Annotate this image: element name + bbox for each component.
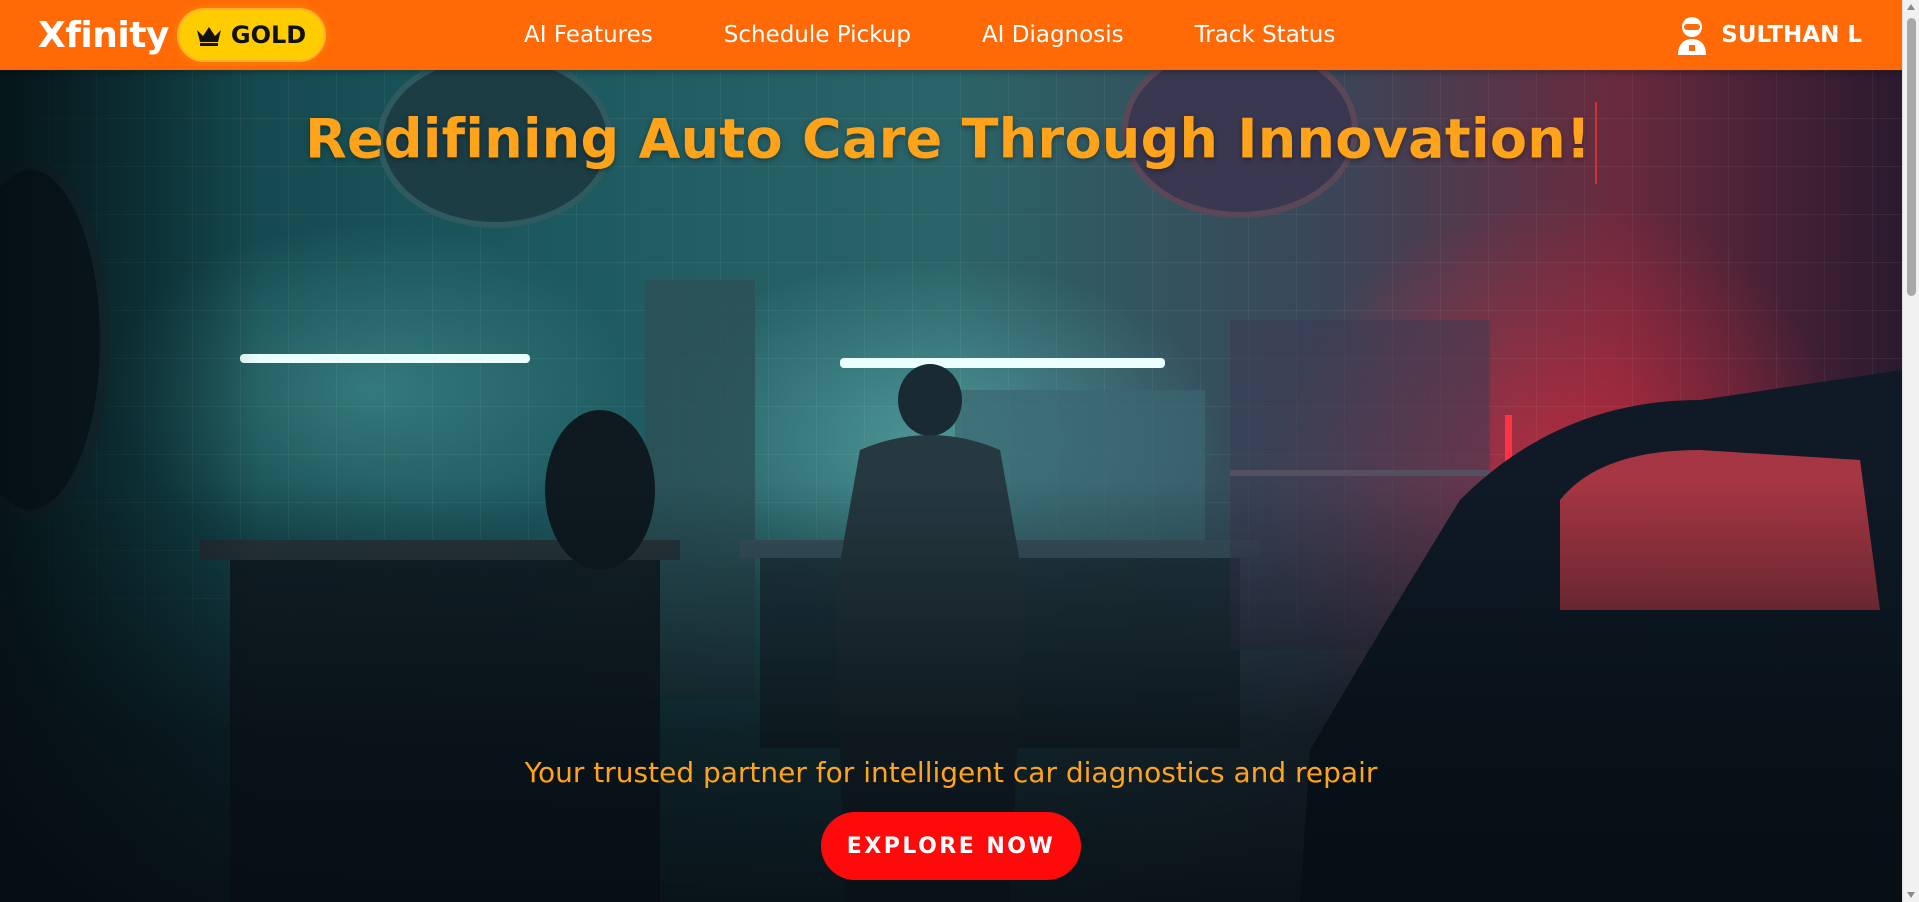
top-navbar: Xfinity GOLD AI Features Schedule Pickup… bbox=[0, 0, 1902, 70]
hero-title-text: Redifining Auto Care Through Innovation! bbox=[305, 107, 1591, 171]
typing-caret bbox=[1594, 102, 1597, 184]
nav-link-ai-diagnosis[interactable]: AI Diagnosis bbox=[982, 22, 1124, 48]
tier-label: GOLD bbox=[230, 21, 307, 49]
hero-title: Redifining Auto Care Through Innovation! bbox=[0, 102, 1902, 184]
scrollbar-thumb[interactable] bbox=[1907, 18, 1916, 296]
crown-icon bbox=[196, 27, 221, 46]
scroll-up-icon[interactable] bbox=[1907, 4, 1915, 10]
user-avatar-icon bbox=[1678, 17, 1707, 55]
membership-tier-badge[interactable]: GOLD bbox=[178, 10, 325, 60]
hero-section: Redifining Auto Care Through Innovation!… bbox=[0, 70, 1902, 902]
user-menu[interactable]: SULTHAN L bbox=[1675, 0, 1862, 70]
hero-subtitle: Your trusted partner for intelligent car… bbox=[524, 756, 1378, 789]
scroll-down-icon[interactable] bbox=[1907, 892, 1915, 898]
nav-links: AI Features Schedule Pickup AI Diagnosis… bbox=[524, 0, 1335, 70]
page-scrollbar[interactable] bbox=[1902, 0, 1919, 902]
brand-logo[interactable]: Xfinity bbox=[38, 15, 169, 56]
user-name: SULTHAN L bbox=[1721, 22, 1862, 48]
nav-link-schedule-pickup[interactable]: Schedule Pickup bbox=[724, 22, 911, 48]
explore-now-button[interactable]: EXPLORE NOW bbox=[821, 812, 1081, 880]
nav-link-track-status[interactable]: Track Status bbox=[1195, 22, 1336, 48]
nav-link-ai-features[interactable]: AI Features bbox=[524, 22, 653, 48]
